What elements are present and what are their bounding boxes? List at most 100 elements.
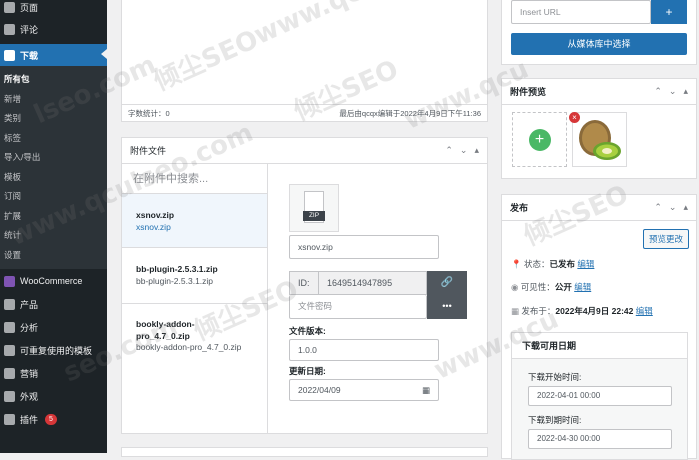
attachments-header: 附件文件 ⌃ ⌄ ▴ xyxy=(122,138,487,164)
plugins-update-badge: 5 xyxy=(45,414,57,425)
end-date-field[interactable]: 2022-04-30 00:00 xyxy=(528,429,672,449)
menu-appearance[interactable]: 外观 xyxy=(0,385,107,408)
menu-reusable-blocks[interactable]: 可重复使用的模板 xyxy=(0,339,107,362)
kiwi-image[interactable] xyxy=(572,112,627,167)
start-date-field[interactable]: 2022-04-01 00:00 xyxy=(528,386,672,406)
chevron-up-icon[interactable]: ⌃ xyxy=(654,86,662,97)
attachment-item[interactable]: bb-plugin-2.5.3.1.zip bb-plugin-2.5.3.1.… xyxy=(122,248,267,304)
more-button[interactable]: ••• xyxy=(427,295,467,319)
id-label: ID: xyxy=(289,271,319,295)
insert-url-row: Insert URL + xyxy=(511,0,687,24)
last-edited: 最后由qcqx编辑于2022年4月9日下午11:36 xyxy=(339,108,481,118)
calendar-icon[interactable]: ▦ xyxy=(422,380,430,400)
add-preview-button[interactable]: + xyxy=(512,112,567,167)
add-url-button[interactable]: + xyxy=(651,0,687,24)
insert-url-input[interactable]: Insert URL xyxy=(511,0,651,24)
preview-header: 附件预览 ⌃ ⌄ ▴ xyxy=(502,79,696,105)
attachments-title: 附件文件 xyxy=(130,146,167,156)
publish-title: 发布 xyxy=(510,203,529,213)
id-row: ID: 1649514947895 🔗 xyxy=(289,271,467,295)
submenu-item[interactable]: 新增 xyxy=(0,90,107,110)
attachment-item-sub: bookly-addon-pro_4.7_0.zip xyxy=(136,342,242,352)
password-field[interactable]: 文件密码 xyxy=(289,295,427,319)
menu-reusable-label: 可重复使用的模板 xyxy=(20,346,93,356)
chevron-down-icon[interactable]: ⌄ xyxy=(669,86,677,97)
attachment-item-selected[interactable]: xsnov.zip xsnov.zip xyxy=(122,194,267,248)
menu-analytics-label: 分析 xyxy=(20,323,39,333)
visibility-row: ◉ 可见性：公开 编辑 xyxy=(511,281,591,293)
menu-comments[interactable]: 评论 xyxy=(0,14,107,44)
preview-title: 附件预览 xyxy=(510,87,547,97)
menu-marketing-label: 营销 xyxy=(20,369,39,379)
editor-area[interactable] xyxy=(122,0,487,104)
attachment-item-title: xsnov.zip xyxy=(136,210,175,220)
submenu-item[interactable]: 统计 xyxy=(0,226,107,246)
chevron-up-icon[interactable]: ⌃ xyxy=(654,202,662,213)
comment-icon xyxy=(4,23,15,35)
version-label: 文件版本: xyxy=(289,326,326,336)
word-count: 字数统计：0 xyxy=(128,108,170,118)
visibility-label: 可见性： xyxy=(520,282,555,292)
triangle-up-icon[interactable]: ▴ xyxy=(683,86,688,97)
chevron-down-icon[interactable]: ⌄ xyxy=(669,202,677,213)
submenu-item[interactable]: 订阅 xyxy=(0,187,107,207)
chevron-up-icon[interactable]: ⌃ xyxy=(445,145,453,156)
filename-field[interactable]: xsnov.zip xyxy=(289,235,439,259)
submenu-item[interactable]: 类别 xyxy=(0,109,107,129)
blocks-icon xyxy=(4,345,15,356)
media-library-button[interactable]: 从媒体库中选择 xyxy=(511,33,687,55)
remove-image-icon[interactable]: × xyxy=(569,112,580,123)
plugin-icon xyxy=(4,414,15,425)
attachment-detail: ZIP xsnov.zip ID: 1649514947895 🔗 文件密码 •… xyxy=(289,184,467,401)
attachment-list: 在附件中搜索... xsnov.zip xsnov.zip bb-plugin-… xyxy=(122,164,268,434)
version-field[interactable]: 1.0.0 xyxy=(289,339,439,361)
menu-downloads-label: 下载 xyxy=(20,50,39,61)
ellipsis-icon: ••• xyxy=(442,301,452,311)
admin-sidebar: 页面 评论 下载 所有包 新增 类别 标签 导入/导出 模板 订阅 扩展 统计 … xyxy=(0,0,107,453)
attachments-box: 附件文件 ⌃ ⌄ ▴ 在附件中搜索... xsnov.zip xsnov.zip b… xyxy=(121,137,488,434)
menu-plugins[interactable]: 插件 5 xyxy=(0,408,107,431)
status-label: 状态： xyxy=(523,259,550,269)
link-button[interactable]: 🔗 xyxy=(427,271,467,295)
download-dates-title: 下载可用日期 xyxy=(512,333,687,359)
downloads-submenu: 所有包 新增 类别 标签 导入/导出 模板 订阅 扩展 统计 设置 xyxy=(0,66,107,269)
edit-date-link[interactable]: 编辑 xyxy=(636,306,653,316)
chevron-down-icon[interactable]: ⌄ xyxy=(460,145,468,156)
menu-pages[interactable]: 页面 xyxy=(0,0,107,14)
end-label: 下载到期时间: xyxy=(528,415,582,425)
updated-label: 更新日期: xyxy=(289,366,326,376)
attachment-item-title: bb-plugin-2.5.3.1.zip xyxy=(136,264,218,274)
menu-comments-label: 评论 xyxy=(20,24,39,35)
menu-marketing[interactable]: 营销 xyxy=(0,362,107,385)
next-box-edge xyxy=(121,447,488,457)
triangle-up-icon[interactable]: ▴ xyxy=(683,202,688,213)
publish-header: 发布 ⌃ ⌄ ▴ xyxy=(502,195,696,221)
triangle-up-icon[interactable]: ▴ xyxy=(474,145,479,156)
id-field[interactable]: 1649514947895 xyxy=(319,271,427,295)
plus-circle-icon: + xyxy=(528,128,551,151)
submenu-item[interactable]: 模板 xyxy=(0,168,107,188)
eye-icon: ◉ xyxy=(511,282,519,292)
submenu-item[interactable]: 设置 xyxy=(0,246,107,266)
attachment-item[interactable]: bookly-addon-pro_4.7_0.zip bookly-addon-… xyxy=(122,304,267,368)
zip-file-icon: ZIP xyxy=(289,184,339,232)
updated-date-field[interactable]: 2022/04/09 ▦ xyxy=(289,379,439,401)
pin-icon: 📍 xyxy=(511,259,522,269)
submenu-item[interactable]: 标签 xyxy=(0,129,107,149)
preview-changes-button[interactable]: 预览更改 xyxy=(642,229,689,249)
menu-analytics[interactable]: 分析 xyxy=(0,316,107,339)
attachment-search-input[interactable]: 在附件中搜索... xyxy=(122,164,267,194)
publish-box: 发布 ⌃ ⌄ ▴ 预览更改 📍 状态：已发布 编辑 ◉ 可见性：公开 编辑 ▦ 发布… xyxy=(501,194,697,460)
submenu-item[interactable]: 扩展 xyxy=(0,207,107,227)
menu-pages-label: 页面 xyxy=(20,2,39,13)
pages-icon xyxy=(4,1,15,13)
download-dates-panel: 下载可用日期 下载开始时间: 2022-04-01 00:00 下载到期时间: … xyxy=(511,332,688,460)
submenu-item[interactable]: 导入/导出 xyxy=(0,148,107,168)
edit-status-link[interactable]: 编辑 xyxy=(577,259,594,269)
submenu-item[interactable]: 所有包 xyxy=(0,70,107,90)
menu-downloads[interactable]: 下载 xyxy=(0,44,107,66)
edit-visibility-link[interactable]: 编辑 xyxy=(574,282,591,292)
menu-woocommerce[interactable]: WooCommerce xyxy=(0,269,107,293)
calendar-icon: ▦ xyxy=(511,306,520,316)
menu-products[interactable]: 产品 xyxy=(0,293,107,316)
